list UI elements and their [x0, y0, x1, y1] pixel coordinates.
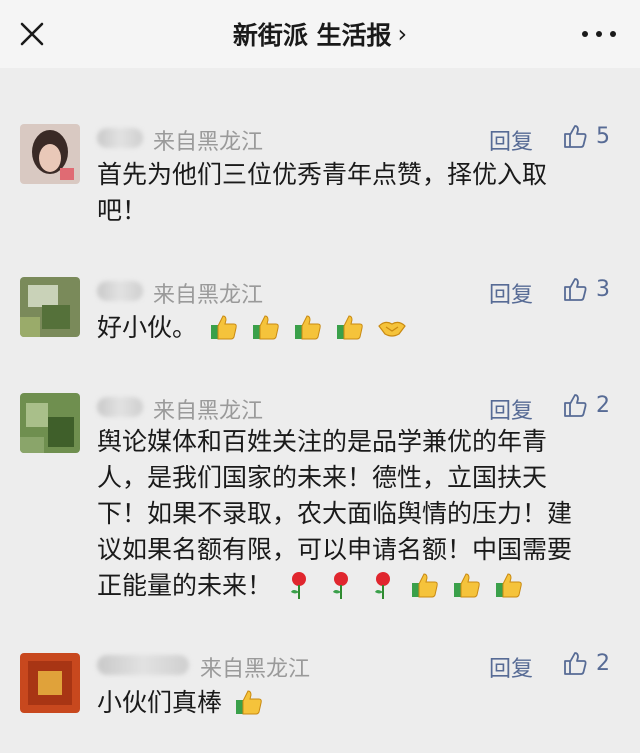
- like-button[interactable]: 2: [562, 650, 610, 676]
- thumbs-up-emoji-icon: [495, 573, 522, 598]
- comment-text: 好小伙。: [97, 310, 617, 346]
- thumbs-up-emoji-icon: [294, 315, 321, 340]
- like-count: 3: [596, 276, 610, 302]
- location-label: 来自黑龙江: [153, 399, 264, 424]
- account-title-link[interactable]: 新街派 生活报 ›: [233, 16, 407, 52]
- avatar[interactable]: [20, 124, 80, 184]
- like-button[interactable]: 2: [562, 392, 610, 418]
- thumbs-up-outline-icon: [564, 278, 587, 301]
- location-label: 来自黑龙江: [153, 283, 264, 308]
- thumbs-up-outline-icon: [564, 652, 587, 675]
- thumbs-up-outline-icon: [564, 394, 587, 417]
- thumbs-up-emoji-icon: [252, 315, 279, 340]
- thumbs-up-emoji-icon: [411, 573, 438, 598]
- comment-line: 小伙们真棒: [97, 688, 223, 717]
- comment-line: 正能量的未来！: [97, 571, 273, 600]
- thumbs-up-outline-icon: [564, 125, 587, 148]
- comment-text: 首先为他们三位优秀青年点赞，择优入取 吧！: [97, 157, 617, 229]
- user-name-blurred[interactable]: [97, 128, 143, 148]
- thumbs-up-emoji-icon: [453, 573, 480, 598]
- reply-button[interactable]: 回复: [489, 124, 533, 156]
- user-name-blurred[interactable]: [97, 655, 189, 675]
- thumbs-up-emoji-icon: [336, 315, 363, 340]
- comment-line: 议如果名额有限，可以申请名额！中国需要: [97, 535, 573, 564]
- reply-button[interactable]: 回复: [489, 393, 533, 425]
- comment-line: 舆论媒体和百姓关注的是品学兼优的年青: [97, 427, 548, 456]
- comment-line: 吧！: [97, 196, 148, 225]
- like-count: 2: [596, 650, 610, 676]
- user-name-blurred[interactable]: [97, 397, 143, 417]
- top-bar: 新街派 生活报 ›: [0, 0, 640, 68]
- like-count: 5: [596, 123, 610, 149]
- handshake-emoji-icon: [377, 321, 406, 337]
- avatar[interactable]: [20, 653, 80, 713]
- location-label: 来自黑龙江: [153, 130, 264, 155]
- comment-line: 人，是我们国家的未来！德性，立国扶天: [97, 463, 548, 492]
- reply-button[interactable]: 回复: [489, 651, 533, 683]
- location-label: 来自黑龙江: [200, 657, 311, 682]
- comment-text: 舆论媒体和百姓关注的是品学兼优的年青 人，是我们国家的未来！德性，立国扶天 下！…: [97, 424, 617, 604]
- comment-line: 下！如果不录取，农大面临舆情的压力！建: [97, 499, 573, 528]
- rose-emoji-icon: [290, 572, 306, 599]
- thumbs-up-emoji-icon: [235, 690, 262, 715]
- like-count: 2: [596, 392, 610, 418]
- like-button[interactable]: 3: [562, 276, 610, 302]
- more-dots-icon[interactable]: [582, 22, 616, 46]
- user-name-blurred[interactable]: [97, 281, 143, 301]
- comment-line: 首先为他们三位优秀青年点赞，择优入取: [97, 160, 548, 189]
- chevron-right-icon: ›: [397, 20, 408, 48]
- comment-line: 好小伙。: [97, 313, 198, 342]
- rose-emoji-icon: [332, 572, 348, 599]
- avatar[interactable]: [20, 277, 80, 337]
- like-button[interactable]: 5: [562, 123, 610, 149]
- page-title: 新街派 生活报: [232, 21, 392, 50]
- rose-emoji-icon: [374, 572, 390, 599]
- avatar[interactable]: [20, 393, 80, 453]
- reply-button[interactable]: 回复: [489, 277, 533, 309]
- comment-text: 小伙们真棒: [97, 685, 617, 721]
- thumbs-up-emoji-icon: [210, 315, 237, 340]
- close-icon[interactable]: [18, 20, 46, 48]
